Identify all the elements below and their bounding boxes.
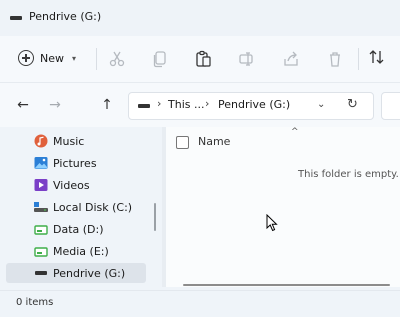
command-bar: New ▾: [0, 36, 400, 83]
search-input[interactable]: [381, 92, 400, 120]
share-icon: [284, 51, 298, 66]
window-title: Pendrive (G:): [29, 10, 102, 23]
new-button-label: New: [40, 51, 64, 65]
sort-icon: [369, 50, 384, 64]
videos-icon: [34, 179, 48, 191]
status-bar: 0 items: [0, 290, 400, 317]
plus-icon: [18, 50, 34, 66]
refresh-icon[interactable]: ↻: [347, 97, 358, 112]
delete-icon: [330, 52, 340, 67]
sidebar-item-music[interactable]: Music: [6, 131, 146, 151]
cut-icon: [109, 51, 125, 67]
sidebar-item-label: Pictures: [53, 156, 97, 170]
navigation-pane: Music Pictures Videos Local Disk (C:) Da…: [0, 127, 162, 287]
sidebar-item-label: Local Disk (C:): [53, 200, 133, 214]
chevron-down-icon: ▾: [72, 53, 77, 63]
drive-icon: [34, 247, 48, 257]
delete-button[interactable]: [322, 46, 348, 72]
address-bar[interactable]: › This ... › Pendrive (G:) ⌄ ↻: [128, 92, 374, 120]
copy-icon: [153, 51, 166, 68]
file-list: ^ Name This folder is empty.: [166, 127, 400, 287]
sidebar-scrollbar[interactable]: [154, 203, 156, 231]
new-button[interactable]: New ▾: [18, 44, 76, 72]
toolbar-divider: [358, 48, 359, 70]
arrow-right-icon: →: [49, 97, 61, 113]
empty-folder-message: This folder is empty.: [298, 169, 399, 180]
sidebar-item-media-drive[interactable]: Media (E:): [6, 241, 146, 261]
toolbar-divider: [96, 48, 97, 70]
sidebar-item-label: Pendrive (G:): [53, 266, 126, 280]
select-all-checkbox[interactable]: [176, 136, 189, 149]
sort-ascending-icon: ^: [291, 127, 299, 137]
arrow-left-icon: ←: [17, 97, 29, 113]
cut-button[interactable]: [104, 46, 130, 72]
usb-drive-icon: [35, 271, 47, 275]
pendrive-icon: [10, 16, 22, 20]
paste-button[interactable]: [190, 46, 216, 72]
paste-icon: [196, 50, 211, 67]
sidebar-item-pendrive[interactable]: Pendrive (G:): [6, 263, 146, 283]
column-header-name[interactable]: Name: [198, 135, 230, 148]
arrow-up-icon: ↑: [101, 97, 113, 113]
sidebar-item-videos[interactable]: Videos: [6, 175, 146, 195]
pendrive-icon: [138, 104, 150, 108]
sidebar-item-label: Videos: [53, 178, 90, 192]
sidebar-item-pictures[interactable]: Pictures: [6, 153, 146, 173]
sort-button[interactable]: [368, 48, 386, 66]
chevron-down-icon[interactable]: ⌄: [317, 99, 325, 110]
rename-button[interactable]: [234, 46, 260, 72]
breadcrumb-this-pc[interactable]: This ...: [168, 98, 204, 111]
sidebar-item-label: Media (E:): [53, 244, 109, 258]
title-bar: Pendrive (G:): [0, 0, 400, 36]
pictures-icon: [34, 157, 48, 169]
up-button[interactable]: ↑: [98, 96, 116, 114]
forward-button[interactable]: →: [46, 96, 64, 114]
music-icon: [34, 134, 48, 148]
breadcrumb-separator: ›: [157, 97, 162, 110]
sidebar-item-label: Music: [53, 134, 85, 148]
drive-icon: [34, 225, 48, 235]
local-disk-icon: [34, 202, 48, 212]
mouse-cursor-icon: [266, 214, 278, 232]
copy-button[interactable]: [147, 46, 173, 72]
horizontal-scrollbar[interactable]: [183, 284, 390, 286]
share-button[interactable]: [278, 46, 304, 72]
item-count: 0 items: [16, 297, 54, 308]
sidebar-item-label: Data (D:): [53, 222, 104, 236]
breadcrumb-separator: ›: [205, 97, 210, 110]
sidebar-item-data-drive[interactable]: Data (D:): [6, 219, 146, 239]
back-button[interactable]: ←: [14, 96, 32, 114]
sidebar-item-local-disk[interactable]: Local Disk (C:): [6, 197, 146, 217]
breadcrumb-pendrive[interactable]: Pendrive (G:): [218, 98, 290, 111]
rename-icon: [239, 52, 253, 66]
